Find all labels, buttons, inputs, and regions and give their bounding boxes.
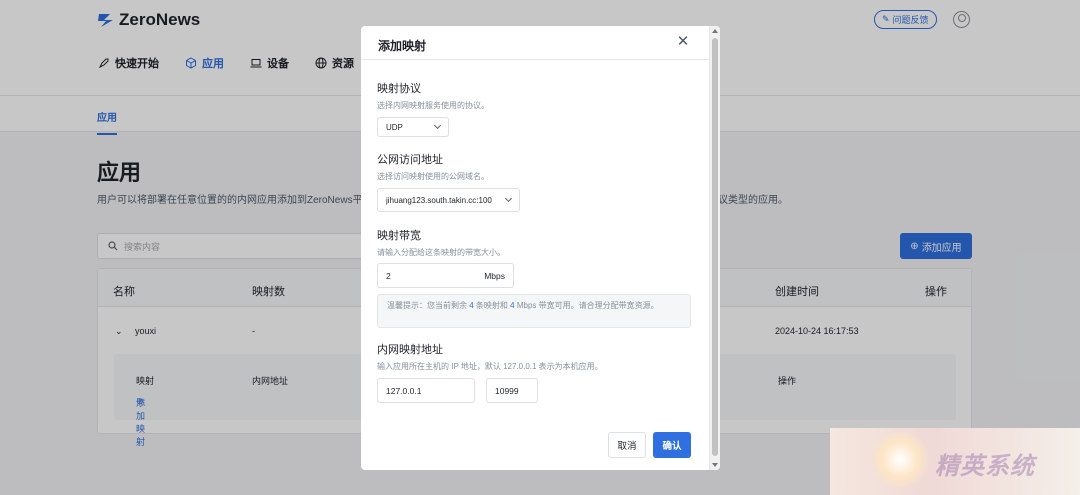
cancel-button[interactable]: 取消 xyxy=(608,432,646,458)
watermark-glow xyxy=(870,432,930,487)
bandwidth-value: 2 xyxy=(386,270,391,281)
port-value: 10999 xyxy=(495,385,519,396)
chevron-down-icon xyxy=(504,194,513,203)
bandwidth-tip: 温馨提示：您当前剩余 4 条映射和 4 Mbps 带宽可用。请合理分配带宽资源。 xyxy=(377,294,691,328)
scroll-up-icon[interactable] xyxy=(712,29,718,33)
address-label: 内网映射地址 xyxy=(377,344,443,356)
bandwidth-label: 映射带宽 xyxy=(377,230,421,242)
protocol-select[interactable]: UDP xyxy=(377,117,449,137)
tip-mappings: 4 xyxy=(469,301,474,310)
address-help: 输入应用所在主机的 IP 地址，默认 127.0.0.1 表示为本机应用。 xyxy=(377,362,603,371)
bandwidth-unit: Mbps xyxy=(484,270,505,281)
protocol-help: 选择内网映射服务使用的协议。 xyxy=(377,101,489,110)
dialog-header: 添加映射 ✕ xyxy=(361,26,720,60)
close-icon[interactable]: ✕ xyxy=(676,34,690,49)
bandwidth-input[interactable]: 2 Mbps xyxy=(377,263,514,288)
dialog-title: 添加映射 xyxy=(378,39,427,53)
dialog-scrollbar[interactable] xyxy=(709,26,720,470)
tip-middle: 条映射和 xyxy=(475,301,508,310)
confirm-button[interactable]: 确认 xyxy=(653,432,691,458)
port-input[interactable]: 10999 xyxy=(486,378,538,403)
domain-select[interactable]: jihuang123.south.takin.cc:100 xyxy=(377,188,520,212)
tip-bandwidth: 4 xyxy=(510,301,515,310)
chevron-down-icon xyxy=(433,121,442,130)
ip-input[interactable]: 127.0.0.1 xyxy=(377,378,475,403)
protocol-value: UDP xyxy=(386,122,403,132)
tip-suffix: Mbps 带宽可用。请合理分配带宽资源。 xyxy=(516,301,659,310)
domain-help: 选择访问映射使用的公网域名。 xyxy=(377,172,489,181)
domain-value: jihuang123.south.takin.cc:100 xyxy=(386,195,492,205)
tip-prefix: 温馨提示：您当前剩余 xyxy=(387,301,467,310)
watermark-text: 精英系统 xyxy=(935,453,1035,480)
domain-label: 公网访问地址 xyxy=(377,154,443,166)
scroll-down-icon[interactable] xyxy=(712,463,718,467)
bandwidth-help: 请输入分配给这条映射的带宽大小。 xyxy=(377,248,505,257)
protocol-label: 映射协议 xyxy=(377,83,421,95)
watermark: 精英系统 xyxy=(830,428,1080,495)
ip-value: 127.0.0.1 xyxy=(386,385,422,396)
add-mapping-dialog: 添加映射 ✕ 映射协议 选择内网映射服务使用的协议。 UDP 公网访问地址 选择… xyxy=(361,26,720,470)
scroll-thumb[interactable] xyxy=(712,38,718,456)
